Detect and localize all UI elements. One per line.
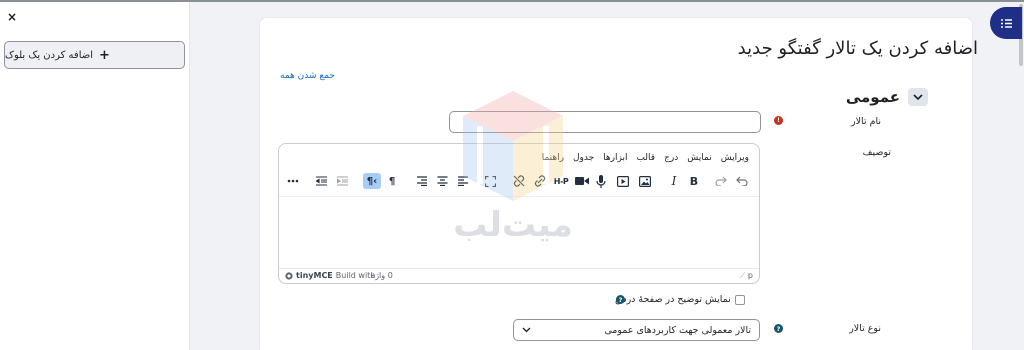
forum-name-label: نام تالار — [851, 116, 881, 127]
rtl-icon: ¶‹ — [366, 175, 378, 187]
rtl-direction-button[interactable]: ¶‹ — [363, 173, 381, 189]
video-button[interactable] — [574, 173, 590, 189]
show-description-label: نمایش توضیح در صفحهٔ درس — [615, 294, 731, 305]
close-drawer-button[interactable]: × — [7, 11, 17, 23]
resize-handle-icon[interactable]: ⟋ — [740, 271, 746, 280]
align-center-button[interactable] — [434, 173, 450, 189]
chevron-down-icon — [913, 93, 923, 100]
menu-insert[interactable]: درج — [664, 153, 678, 163]
align-left-button[interactable] — [455, 173, 471, 189]
media-button[interactable] — [615, 173, 631, 189]
word-count[interactable]: 0 واژه — [371, 271, 393, 280]
plus-icon: + — [99, 47, 110, 63]
help-icon[interactable]: ? — [774, 324, 783, 333]
ltr-direction-button[interactable]: ¶ — [384, 173, 400, 189]
link-button[interactable] — [532, 173, 548, 189]
outdent-button[interactable] — [313, 173, 329, 189]
add-block-label: اضافه کردن یک بلوک — [5, 49, 94, 61]
course-index-toggle-button[interactable] — [990, 7, 1022, 39]
media-icon — [617, 175, 629, 187]
build-with-label: Build with — [335, 271, 376, 280]
editor-content-area[interactable] — [279, 196, 759, 269]
image-icon — [639, 175, 651, 187]
redo-icon — [715, 176, 727, 186]
editor-toolbar: ¶‹ ¶ H-P I B — [279, 173, 759, 193]
forum-type-select[interactable]: تالار معمولی جهت کاربردهای عمومی — [513, 319, 760, 341]
h5p-icon: H-P — [553, 176, 569, 186]
section-header: عمومی — [846, 88, 928, 106]
section-title: عمومی — [845, 88, 900, 106]
align-center-icon — [437, 176, 447, 186]
align-left-icon — [457, 176, 468, 186]
page-title: اضافه کردن یک تالار گفتگو جدید — [737, 38, 978, 59]
ltr-icon: ¶ — [388, 175, 396, 187]
indent-button[interactable] — [334, 173, 350, 189]
help-icon[interactable]: ? — [616, 295, 625, 304]
forum-type-label: نوع تالار — [849, 323, 881, 334]
menu-help[interactable]: راهنما — [542, 153, 564, 163]
link-icon — [534, 175, 546, 187]
chevron-down-icon — [522, 327, 531, 333]
list-icon — [1000, 18, 1012, 28]
collapse-all-link[interactable]: جمع شدن همه — [280, 71, 335, 81]
audio-button[interactable] — [593, 173, 609, 189]
more-tools-button[interactable] — [285, 173, 301, 189]
h5p-button[interactable]: H-P — [551, 173, 571, 189]
element-path: ⟋ p — [740, 271, 753, 281]
section-toggle-button[interactable] — [908, 88, 928, 106]
unlink-icon — [513, 175, 525, 187]
undo-icon — [736, 176, 748, 186]
tinymce-name: tinyMCE — [296, 271, 333, 280]
bold-icon: B — [689, 174, 699, 188]
description-editor: ویرایش نمایش درج قالب ابزارها جدول راهنم… — [278, 143, 760, 284]
description-label: توصیف — [862, 147, 891, 158]
fullscreen-icon — [484, 175, 496, 187]
italic-button[interactable]: I — [666, 173, 682, 189]
menu-view[interactable]: نمایش — [687, 153, 711, 163]
unlink-button[interactable] — [511, 173, 527, 189]
block-drawer: × + اضافه کردن یک بلوک — [0, 2, 190, 350]
image-button[interactable] — [637, 173, 653, 189]
outdent-icon — [315, 176, 327, 186]
video-icon — [575, 177, 589, 185]
tinymce-branding[interactable]: tinyMCE Build with — [285, 271, 375, 280]
undo-button[interactable] — [734, 173, 750, 189]
align-right-icon — [416, 176, 427, 186]
tinymce-logo-icon — [285, 271, 293, 280]
menu-tools[interactable]: ابزارها — [603, 153, 627, 163]
bold-button[interactable]: B — [686, 173, 702, 189]
required-icon: ! — [774, 116, 783, 125]
microphone-icon — [596, 174, 606, 188]
element-path-label[interactable]: p — [748, 271, 753, 280]
forum-type-value: تالار معمولی جهت کاربردهای عمومی — [604, 324, 751, 336]
editor-menubar: ویرایش نمایش درج قالب ابزارها جدول راهنم… — [542, 153, 749, 163]
fullscreen-button[interactable] — [482, 173, 498, 189]
editor-statusbar: tinyMCE Build with 0 واژه ⟋ p — [279, 268, 759, 283]
forum-name-input[interactable] — [449, 111, 761, 133]
menu-edit[interactable]: ویرایش — [721, 153, 749, 163]
align-right-button[interactable] — [413, 173, 429, 189]
menu-format[interactable]: قالب — [636, 153, 655, 163]
indent-icon — [336, 176, 348, 186]
show-description-row: نمایش توضیح در صفحهٔ درس — [615, 294, 745, 305]
italic-icon: I — [671, 174, 677, 188]
menu-table[interactable]: جدول — [573, 153, 594, 163]
show-description-checkbox[interactable] — [734, 294, 745, 305]
add-block-button[interactable]: + اضافه کردن یک بلوک — [4, 41, 185, 69]
redo-button[interactable] — [713, 173, 729, 189]
more-icon — [287, 179, 299, 183]
